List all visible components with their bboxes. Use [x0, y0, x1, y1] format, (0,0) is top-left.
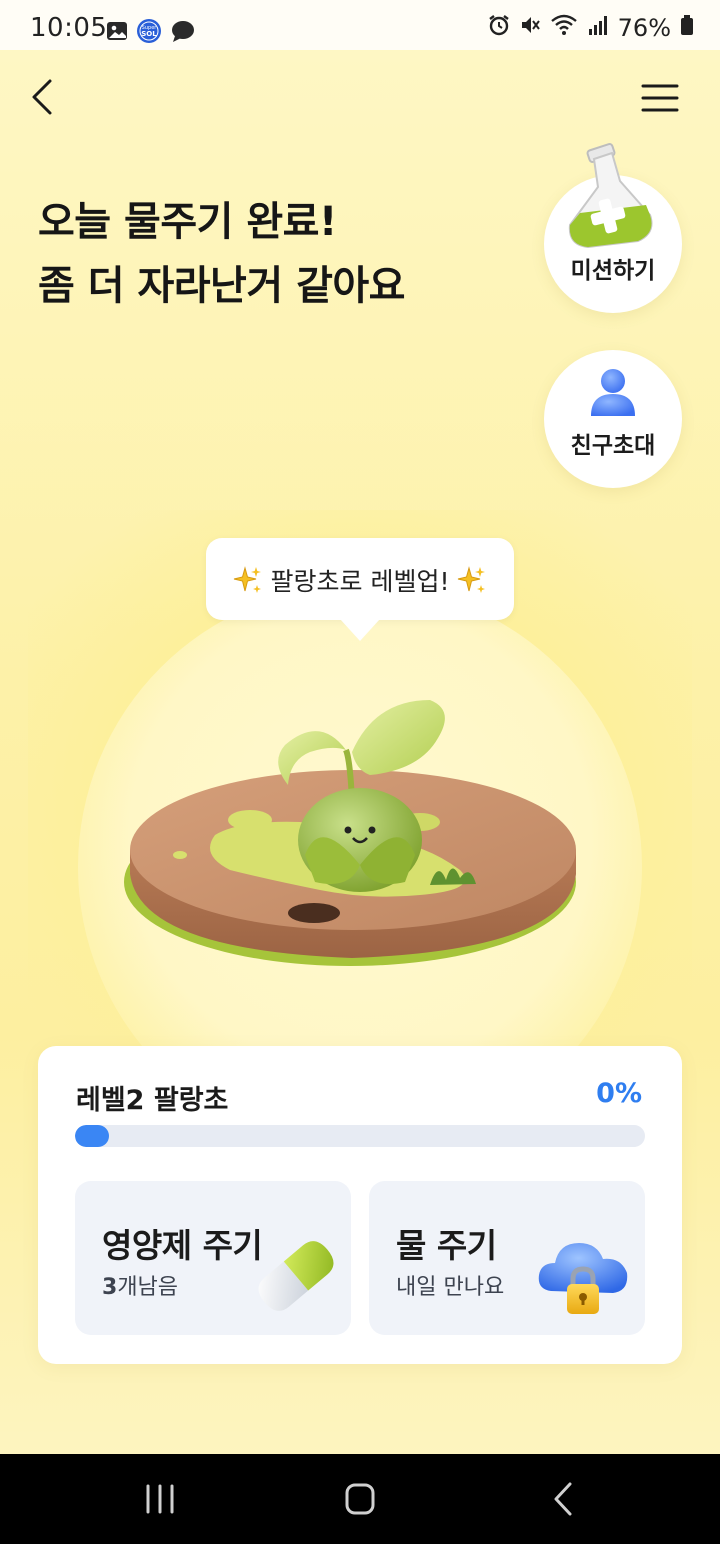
- locked-cloud-icon: [538, 1243, 628, 1314]
- super-sol-icon: Super SOL: [136, 18, 162, 48]
- battery-text: 76%: [617, 14, 671, 42]
- nutrient-remaining: 3개남음: [102, 1269, 178, 1301]
- hamburger-menu-icon: [641, 84, 679, 112]
- levelup-speech-bubble: 팔랑초로 레벨업!: [206, 538, 514, 620]
- water-button[interactable]: 물 주기 내일 만나요: [369, 1181, 645, 1335]
- status-bar: 10:05 Super SOL 76%: [0, 0, 720, 50]
- nutrient-count-suffix: 개남음: [117, 1275, 179, 1300]
- level-card: 레벨2 팔랑초 0% 영양제 주기 3개남음 물 주기 내일 만나요: [38, 1046, 682, 1364]
- alarm-icon: [488, 14, 510, 42]
- water-sub: 내일 만나요: [396, 1275, 505, 1300]
- headline-line-1: 오늘 물주기 완료!: [38, 199, 337, 245]
- level-progress-bar: [75, 1125, 645, 1147]
- invite-button[interactable]: 친구초대: [544, 350, 682, 488]
- signal-icon: [587, 14, 609, 42]
- pill-capsule-icon: [258, 1241, 334, 1311]
- person-icon: [591, 369, 635, 416]
- headline: 오늘 물주기 완료! 좀 더 자라난거 같아요: [38, 190, 405, 318]
- nutrient-button[interactable]: 영양제 주기 3개남음: [75, 1181, 351, 1335]
- level-progress-percent: 0%: [596, 1078, 642, 1109]
- invite-label: 친구초대: [570, 433, 656, 459]
- status-left-icons: Super SOL: [106, 18, 196, 48]
- level-progress-fill: [75, 1125, 109, 1147]
- svg-text:SOL: SOL: [141, 30, 157, 38]
- back-button[interactable]: [28, 78, 62, 118]
- recent-apps-button[interactable]: [130, 1474, 190, 1524]
- mute-icon: [519, 14, 541, 42]
- recent-apps-icon: [146, 1484, 174, 1514]
- gallery-icon: [106, 20, 128, 46]
- system-back-button[interactable]: [534, 1474, 594, 1524]
- home-icon: [345, 1483, 375, 1515]
- chat-bubble-icon: [170, 19, 196, 47]
- sprout-plant-illustration[interactable]: [120, 690, 600, 990]
- system-nav-bar: [0, 1454, 720, 1544]
- back-icon: [554, 1482, 572, 1516]
- menu-button[interactable]: [640, 82, 680, 114]
- mission-label: 미션하기: [570, 258, 656, 284]
- chevron-left-icon: [32, 79, 52, 115]
- battery-icon: [680, 14, 694, 42]
- status-right: 76%: [488, 14, 694, 42]
- bubble-text-row: 팔랑초로 레벨업!: [206, 562, 514, 598]
- water-title: 물 주기: [396, 1226, 497, 1265]
- flask-icon: [568, 143, 653, 249]
- headline-line-2: 좀 더 자라난거 같아요: [38, 263, 405, 309]
- mission-button[interactable]: 미션하기: [544, 143, 682, 313]
- status-time: 10:05: [30, 13, 108, 43]
- nutrient-title: 영양제 주기: [102, 1226, 263, 1265]
- bubble-text: 팔랑초로 레벨업!: [270, 567, 450, 596]
- bubble-tail: [340, 619, 380, 641]
- wifi-icon: [550, 14, 578, 42]
- level-label: 레벨2 팔랑초: [76, 1085, 229, 1116]
- nutrient-count: 3: [102, 1275, 118, 1300]
- sparkles-icon: [233, 566, 271, 596]
- home-button[interactable]: [330, 1474, 390, 1524]
- sparkles-icon: [457, 566, 487, 596]
